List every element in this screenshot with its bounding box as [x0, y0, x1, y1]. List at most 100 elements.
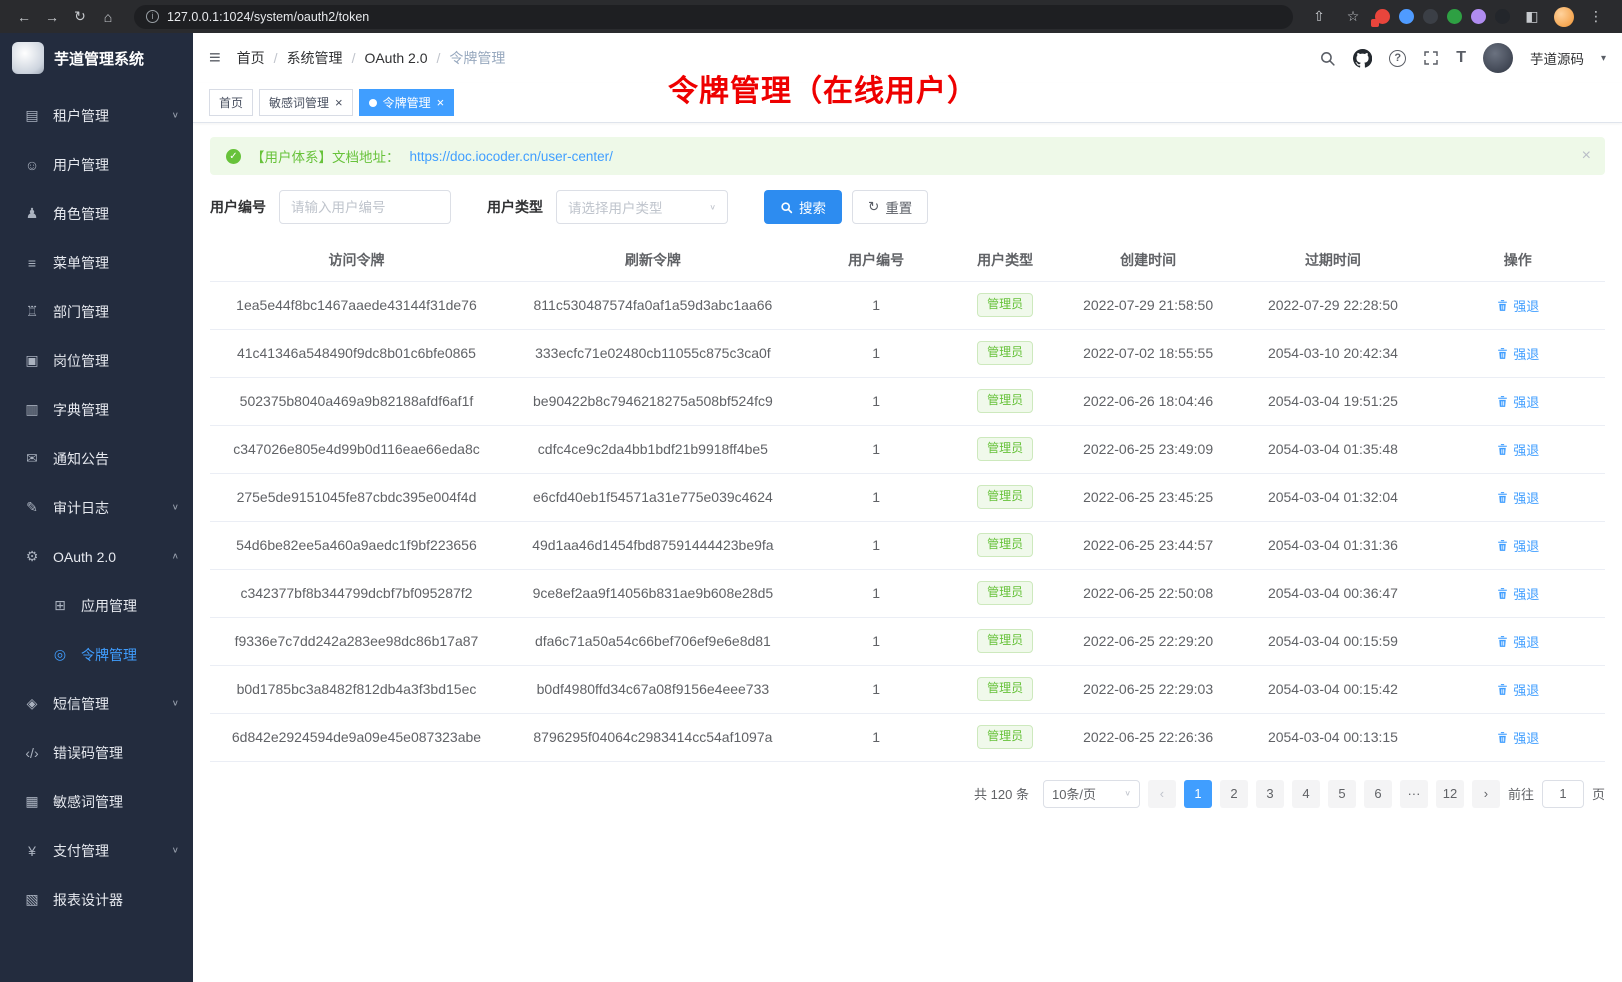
force-logout-button[interactable]: 强退 — [1496, 536, 1539, 555]
force-logout-button[interactable]: 强退 — [1496, 296, 1539, 315]
back-icon[interactable]: ← — [12, 9, 36, 25]
chevron-down-icon[interactable]: ▾ — [1601, 53, 1606, 64]
sidebar-item-oauth2[interactable]: ⚙OAuth 2.0∧ — [0, 532, 193, 581]
goto-label: 前往 — [1508, 784, 1534, 803]
tab-close-icon[interactable]: × — [437, 96, 445, 109]
user-id-label: 用户编号 — [210, 197, 266, 217]
extension-icon[interactable] — [1495, 9, 1510, 24]
browser-profile-avatar[interactable] — [1554, 7, 1574, 27]
help-icon[interactable]: ? — [1389, 50, 1406, 67]
sidebar-item-report-designer[interactable]: ▧报表设计器 — [0, 875, 193, 924]
access-token-cell: c342377bf8b344799dcbf7bf095287f2 — [210, 569, 503, 617]
force-logout-button[interactable]: 强退 — [1496, 680, 1539, 699]
tab-首页[interactable]: 首页 — [209, 89, 253, 116]
share-icon[interactable]: ⇧ — [1307, 8, 1331, 25]
extension-icon[interactable] — [1423, 9, 1438, 24]
font-size-icon[interactable]: T — [1456, 49, 1466, 67]
page-button-5[interactable]: 5 — [1328, 780, 1356, 808]
reload-icon[interactable]: ↻ — [68, 8, 92, 25]
page-size-select[interactable]: 10条/页 ∨ — [1043, 780, 1140, 808]
sidebar-item-oauth2-token[interactable]: ◎令牌管理 — [0, 630, 193, 679]
user-type-select[interactable]: 请选择用户类型 ∨ — [556, 190, 728, 224]
force-logout-button[interactable]: 强退 — [1496, 392, 1539, 411]
sidebar-item-sms[interactable]: ◈短信管理∨ — [0, 679, 193, 728]
doc-link[interactable]: https://doc.iocoder.cn/user-center/ — [410, 149, 613, 164]
extension-icon[interactable] — [1471, 9, 1486, 24]
bookmark-star-icon[interactable]: ☆ — [1341, 8, 1365, 25]
page-button-1[interactable]: 1 — [1184, 780, 1212, 808]
sidebar-item-sensitive-word[interactable]: ▦敏感词管理 — [0, 777, 193, 826]
user-type-cell: 管理员 — [949, 425, 1061, 473]
delete-icon — [1496, 731, 1509, 744]
action-cell: 强退 — [1431, 521, 1605, 569]
page-button-4[interactable]: 4 — [1292, 780, 1320, 808]
sidebar-item-oauth2-app[interactable]: ⊞应用管理 — [0, 581, 193, 630]
breadcrumb-item[interactable]: 系统管理 — [287, 48, 343, 68]
goto-page-input[interactable] — [1542, 780, 1584, 808]
sidebar-item-post[interactable]: ▣岗位管理 — [0, 336, 193, 385]
sidebar-item-pay[interactable]: ¥支付管理∨ — [0, 826, 193, 875]
page-button-2[interactable]: 2 — [1220, 780, 1248, 808]
breadcrumb-item[interactable]: 首页 — [237, 48, 265, 68]
search-icon[interactable] — [1319, 50, 1336, 67]
next-page-button[interactable]: › — [1472, 780, 1500, 808]
create-time-cell: 2022-06-25 23:45:25 — [1061, 473, 1235, 521]
forward-icon[interactable]: → — [40, 9, 64, 25]
sidebar-item-error-code[interactable]: ‹/›错误码管理 — [0, 728, 193, 777]
sidebar-item-dict[interactable]: ▥字典管理 — [0, 385, 193, 434]
breadcrumb-item[interactable]: OAuth 2.0 — [364, 50, 427, 66]
tab-敏感词管理[interactable]: 敏感词管理× — [259, 89, 353, 116]
reset-button[interactable]: ↻ 重置 — [852, 190, 928, 224]
app-logo[interactable]: 芋道管理系统 — [0, 33, 193, 83]
force-logout-button[interactable]: 强退 — [1496, 440, 1539, 459]
extension-icon[interactable] — [1375, 9, 1390, 24]
force-logout-label: 强退 — [1513, 440, 1539, 459]
sidebar-item-dept[interactable]: ♖部门管理 — [0, 287, 193, 336]
sidebar-item-tenant[interactable]: ▤租户管理∨ — [0, 91, 193, 140]
expire-time-cell: 2054-03-04 00:13:15 — [1235, 713, 1430, 761]
page-button-6[interactable]: 6 — [1364, 780, 1392, 808]
sidebar-item-label: 部门管理 — [53, 302, 109, 322]
access-token-cell: 41c41346a548490f9dc8b01c6bfe0865 — [210, 329, 503, 377]
user-id-cell: 1 — [803, 377, 949, 425]
address-bar[interactable]: i 127.0.0.1:1024/system/oauth2/token — [134, 5, 1293, 29]
chevron-down-icon: ∨ — [172, 111, 179, 120]
extension-icon[interactable] — [1447, 9, 1462, 24]
sidebar: 芋道管理系统 ▤租户管理∨☺用户管理♟角色管理≡菜单管理♖部门管理▣岗位管理▥字… — [0, 33, 193, 982]
user-avatar[interactable] — [1483, 43, 1513, 73]
delete-icon — [1496, 491, 1509, 504]
pagination-ellipsis[interactable]: ··· — [1400, 780, 1428, 808]
logo-image — [12, 42, 44, 74]
reset-button-label: 重置 — [885, 197, 912, 217]
force-logout-button[interactable]: 强退 — [1496, 584, 1539, 603]
force-logout-button[interactable]: 强退 — [1496, 344, 1539, 363]
prev-page-button[interactable]: ‹ — [1148, 780, 1176, 808]
page-number-list: 123456···12 — [1184, 780, 1464, 808]
user-type-select-placeholder: 请选择用户类型 — [568, 197, 663, 217]
split-view-icon[interactable]: ◧ — [1520, 8, 1544, 25]
username[interactable]: 芋道源码 — [1530, 48, 1584, 68]
page-button-12[interactable]: 12 — [1436, 780, 1464, 808]
alert-close-icon[interactable]: × — [1582, 147, 1591, 165]
home-icon[interactable]: ⌂ — [96, 9, 120, 25]
tab-令牌管理[interactable]: 令牌管理× — [359, 89, 455, 116]
force-logout-button[interactable]: 强退 — [1496, 728, 1539, 747]
table-row: b0d1785bc3a8482f812db4a3f3bd15ecb0df4980… — [210, 665, 1605, 713]
site-info-icon[interactable]: i — [146, 10, 159, 23]
sidebar-item-notice[interactable]: ✉通知公告 — [0, 434, 193, 483]
menu-fold-icon[interactable]: ≡ — [209, 47, 221, 70]
github-icon[interactable] — [1353, 49, 1372, 68]
tab-close-icon[interactable]: × — [335, 96, 343, 109]
user-id-input[interactable] — [279, 190, 451, 224]
force-logout-button[interactable]: 强退 — [1496, 632, 1539, 651]
sidebar-item-audit-log[interactable]: ✎审计日志∨ — [0, 483, 193, 532]
extension-icon[interactable] — [1399, 9, 1414, 24]
sidebar-item-role[interactable]: ♟角色管理 — [0, 189, 193, 238]
sidebar-item-menu[interactable]: ≡菜单管理 — [0, 238, 193, 287]
browser-menu-icon[interactable]: ⋮ — [1584, 8, 1608, 25]
fullscreen-icon[interactable] — [1423, 50, 1439, 66]
page-button-3[interactable]: 3 — [1256, 780, 1284, 808]
search-button[interactable]: 搜索 — [764, 190, 842, 224]
force-logout-button[interactable]: 强退 — [1496, 488, 1539, 507]
sidebar-item-user[interactable]: ☺用户管理 — [0, 140, 193, 189]
